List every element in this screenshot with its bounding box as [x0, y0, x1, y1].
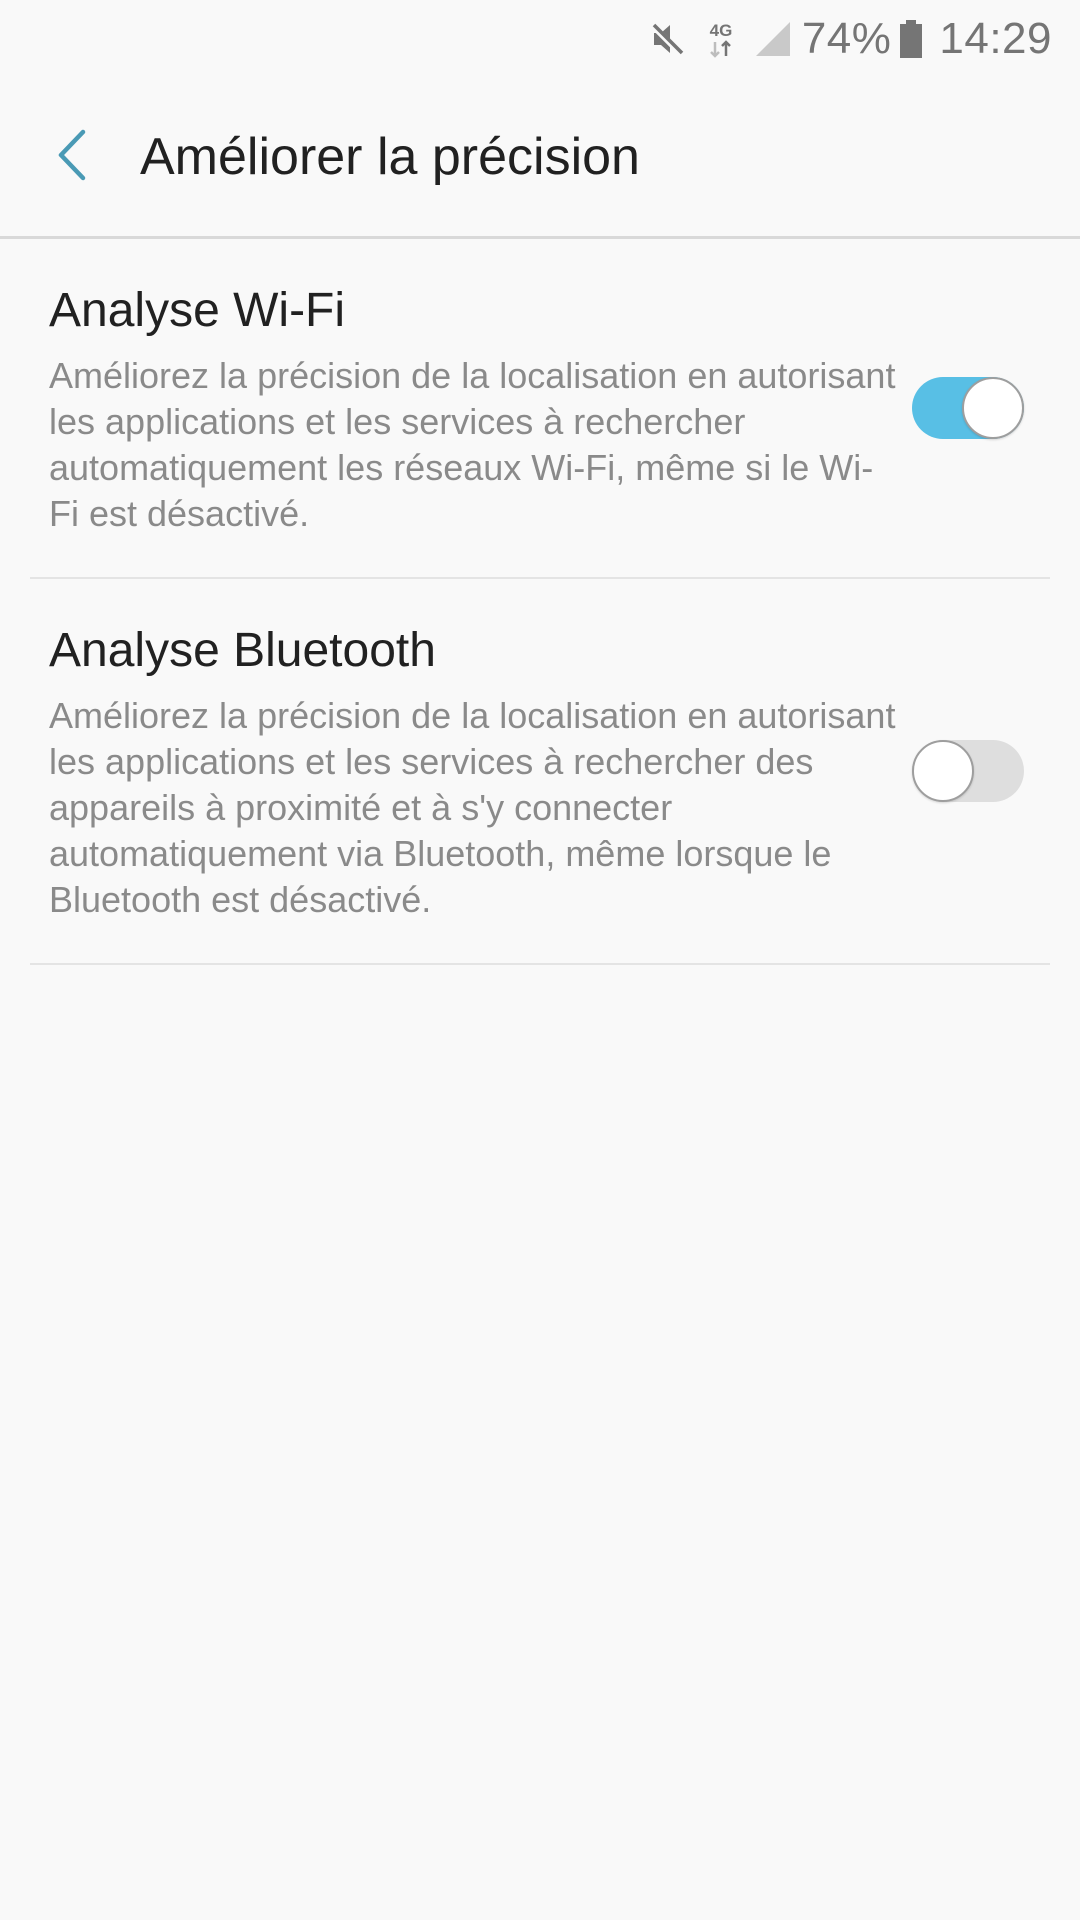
bluetooth-scanning-description: Améliorez la précision de la localisatio…: [49, 695, 896, 920]
clock: 14:29: [939, 14, 1052, 63]
battery-icon: [899, 19, 923, 59]
chevron-left-icon: [53, 128, 93, 187]
status-bar: 4G 74% 14:29: [0, 0, 1080, 78]
mute-icon: [648, 19, 688, 59]
bluetooth-scanning-setting[interactable]: Analyse Bluetooth Améliorez la précision…: [30, 579, 1050, 965]
bluetooth-scanning-title: Analyse Bluetooth: [49, 624, 436, 677]
wifi-scanning-title: Analyse Wi-Fi: [49, 284, 346, 337]
wifi-scanning-description: Améliorez la précision de la localisatio…: [49, 355, 896, 534]
network-label: 4G: [709, 21, 732, 40]
toggle-thumb: [912, 740, 974, 802]
bluetooth-scanning-toggle[interactable]: [912, 740, 1024, 802]
settings-list: Analyse Wi-Fi Améliorez la précision de …: [0, 239, 1080, 965]
network-4g-icon: 4G: [704, 18, 738, 60]
battery-percent: 74%: [801, 14, 892, 63]
toggle-thumb: [962, 377, 1024, 439]
page-title: Améliorer la précision: [140, 128, 640, 186]
wifi-scanning-setting[interactable]: Analyse Wi-Fi Améliorez la précision de …: [30, 239, 1050, 579]
signal-icon: [754, 20, 792, 58]
wifi-scanning-toggle[interactable]: [912, 377, 1024, 439]
app-bar: Améliorer la précision: [0, 78, 1080, 239]
back-button[interactable]: [18, 102, 128, 212]
